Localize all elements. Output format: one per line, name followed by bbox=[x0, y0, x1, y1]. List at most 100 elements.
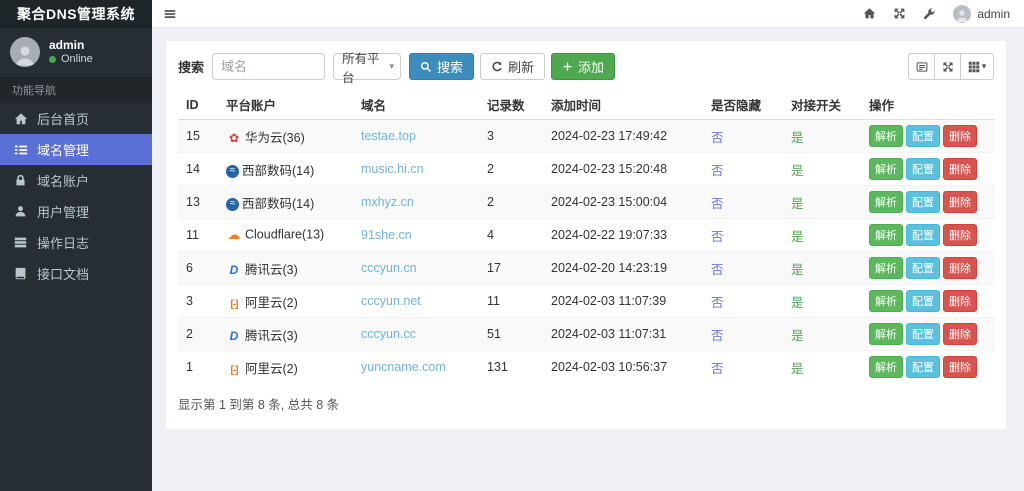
config-button[interactable]: 配置 bbox=[906, 125, 940, 147]
hidden-toggle[interactable]: 否 bbox=[711, 131, 724, 145]
switch-toggle[interactable]: 是 bbox=[791, 263, 804, 277]
domain-link[interactable]: cccyun.cn bbox=[361, 261, 417, 275]
resolve-button[interactable]: 解析 bbox=[869, 257, 903, 279]
col-platform: 平台账户 bbox=[218, 90, 353, 120]
hidden-toggle[interactable]: 否 bbox=[711, 230, 724, 244]
switch-toggle[interactable]: 是 bbox=[791, 197, 804, 211]
domain-link[interactable]: yuncname.com bbox=[361, 360, 446, 374]
resolve-button[interactable]: 解析 bbox=[869, 323, 903, 345]
fullscreen-icon[interactable] bbox=[893, 7, 906, 20]
resolve-button[interactable]: 解析 bbox=[869, 158, 903, 180]
delete-button[interactable]: 删除 bbox=[943, 257, 977, 279]
hidden-toggle[interactable]: 否 bbox=[711, 329, 724, 343]
table-toolbar: 搜索 所有平台 ▾ 搜索 刷新 添加 bbox=[178, 52, 994, 85]
home-icon[interactable] bbox=[863, 7, 876, 20]
table-row: 3 阿里云(2) cccyun.net 11 2024-02-03 11:07:… bbox=[178, 284, 995, 318]
delete-button[interactable]: 删除 bbox=[943, 191, 977, 213]
user-icon bbox=[13, 204, 28, 219]
domain-link[interactable]: mxhyz.cn bbox=[361, 195, 414, 209]
config-button[interactable]: 配置 bbox=[906, 356, 940, 378]
cell-added: 2024-02-03 11:07:39 bbox=[551, 294, 667, 308]
hidden-toggle[interactable]: 否 bbox=[711, 197, 724, 211]
switch-toggle[interactable]: 是 bbox=[791, 230, 804, 244]
domain-link[interactable]: cccyun.cc bbox=[361, 327, 416, 341]
delete-button[interactable]: 删除 bbox=[943, 125, 977, 147]
domain-link[interactable]: music.hi.cn bbox=[361, 162, 424, 176]
search-input[interactable] bbox=[212, 53, 326, 80]
domain-table-card: 搜索 所有平台 ▾ 搜索 刷新 添加 bbox=[165, 40, 1007, 430]
cell-records: 3 bbox=[487, 129, 494, 143]
sidebar-item-users[interactable]: 用户管理 bbox=[0, 196, 152, 227]
sidebar-item-accounts[interactable]: 域名账户 bbox=[0, 165, 152, 196]
switch-toggle[interactable]: 是 bbox=[791, 329, 804, 343]
chevron-down-icon: ▾ bbox=[389, 61, 395, 71]
cell-added: 2024-02-23 15:20:48 bbox=[551, 162, 668, 176]
config-button[interactable]: 配置 bbox=[906, 323, 940, 345]
online-dot-icon bbox=[49, 55, 56, 63]
resolve-button[interactable]: 解析 bbox=[869, 191, 903, 213]
sidebar-item-domains[interactable]: 域名管理 bbox=[0, 134, 152, 165]
delete-button[interactable]: 删除 bbox=[943, 290, 977, 312]
fullscreen-icon[interactable] bbox=[934, 53, 961, 80]
user-panel: admin Online bbox=[0, 28, 152, 77]
table-row: 14 西部数码(14) music.hi.cn 2 2024-02-23 15:… bbox=[178, 152, 995, 186]
delete-button[interactable]: 删除 bbox=[943, 323, 977, 345]
cell-platform: 西部数码(14) bbox=[218, 186, 353, 219]
delete-button[interactable]: 删除 bbox=[943, 356, 977, 378]
tencent-cloud-icon bbox=[226, 263, 242, 277]
resolve-button[interactable]: 解析 bbox=[869, 224, 903, 246]
log-icon bbox=[13, 235, 28, 250]
switch-toggle[interactable]: 是 bbox=[791, 164, 804, 178]
sidebar-section-label: 功能导航 bbox=[0, 77, 152, 103]
columns-icon[interactable]: ▾ bbox=[960, 53, 994, 80]
sidebar-item-dashboard[interactable]: 后台首页 bbox=[0, 103, 152, 134]
config-button[interactable]: 配置 bbox=[906, 257, 940, 279]
home-icon bbox=[13, 111, 28, 126]
wrench-icon[interactable] bbox=[923, 7, 936, 20]
navbar-user-menu[interactable]: admin bbox=[953, 4, 1010, 23]
col-id: ID bbox=[178, 90, 218, 120]
config-button[interactable]: 配置 bbox=[906, 158, 940, 180]
switch-toggle[interactable]: 是 bbox=[791, 296, 804, 310]
chevron-down-icon: ▾ bbox=[981, 61, 987, 71]
platform-select[interactable]: 所有平台 ▾ bbox=[333, 52, 402, 85]
cell-id: 13 bbox=[186, 195, 200, 209]
hidden-toggle[interactable]: 否 bbox=[711, 296, 724, 310]
hidden-toggle[interactable]: 否 bbox=[711, 164, 724, 178]
cell-id: 2 bbox=[186, 327, 193, 341]
col-switch: 对接开关 bbox=[783, 90, 861, 120]
config-button[interactable]: 配置 bbox=[906, 224, 940, 246]
domain-link[interactable]: cccyun.net bbox=[361, 294, 421, 308]
search-button[interactable]: 搜索 bbox=[409, 53, 475, 80]
switch-toggle[interactable]: 是 bbox=[791, 362, 804, 376]
resolve-button[interactable]: 解析 bbox=[869, 290, 903, 312]
cell-records: 2 bbox=[487, 195, 494, 209]
resolve-button[interactable]: 解析 bbox=[869, 125, 903, 147]
west-digital-icon bbox=[226, 164, 239, 178]
cell-platform: 阿里云(2) bbox=[218, 351, 353, 384]
sidebar-toggle-menu-icon[interactable] bbox=[163, 7, 177, 21]
cell-platform: 阿里云(2) bbox=[218, 285, 353, 318]
cloudflare-icon bbox=[226, 227, 242, 243]
config-button[interactable]: 配置 bbox=[906, 290, 940, 312]
table-row: 13 西部数码(14) mxhyz.cn 2 2024-02-23 15:00:… bbox=[178, 185, 995, 219]
config-button[interactable]: 配置 bbox=[906, 191, 940, 213]
delete-button[interactable]: 删除 bbox=[943, 158, 977, 180]
resolve-button[interactable]: 解析 bbox=[869, 356, 903, 378]
cell-id: 3 bbox=[186, 294, 193, 308]
cell-added: 2024-02-23 17:49:42 bbox=[551, 129, 668, 143]
card-view-icon[interactable] bbox=[908, 53, 935, 80]
add-button[interactable]: 添加 bbox=[551, 53, 616, 80]
domain-link[interactable]: 91she.cn bbox=[361, 228, 412, 242]
hidden-toggle[interactable]: 否 bbox=[711, 362, 724, 376]
switch-toggle[interactable]: 是 bbox=[791, 131, 804, 145]
col-actions: 操作 bbox=[861, 90, 995, 120]
app-title: 聚合DNS管理系统 bbox=[0, 0, 152, 28]
sidebar-item-api-docs[interactable]: 接口文档 bbox=[0, 258, 152, 289]
refresh-button[interactable]: 刷新 bbox=[480, 53, 546, 80]
delete-button[interactable]: 删除 bbox=[943, 224, 977, 246]
hidden-toggle[interactable]: 否 bbox=[711, 263, 724, 277]
domain-link[interactable]: testae.top bbox=[361, 129, 416, 143]
list-icon bbox=[13, 142, 28, 157]
sidebar-item-logs[interactable]: 操作日志 bbox=[0, 227, 152, 258]
